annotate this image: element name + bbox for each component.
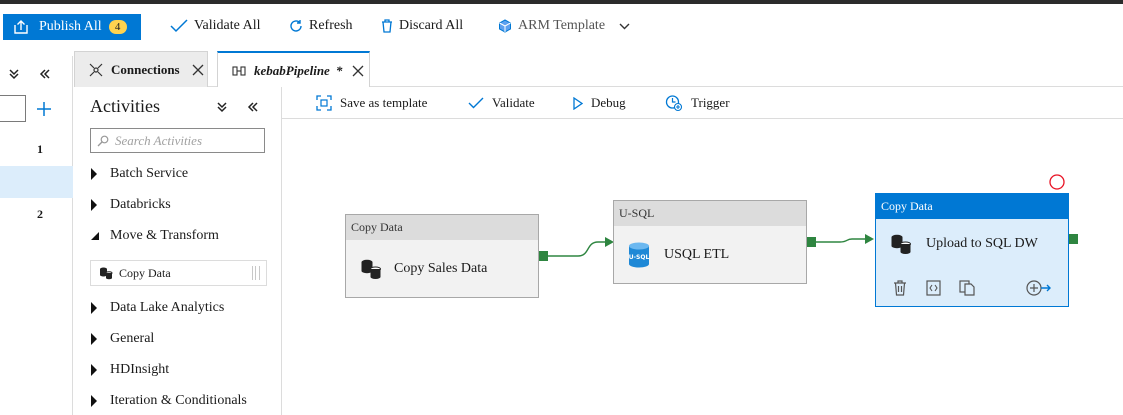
add-output-button[interactable]	[1026, 280, 1052, 296]
output-port[interactable]	[807, 237, 816, 247]
node-name: USQL ETL	[664, 246, 730, 262]
code-icon	[926, 280, 941, 296]
connector-line	[816, 238, 866, 243]
node-type-label: U-SQL	[614, 201, 806, 226]
activity-node-usql-etl[interactable]: U-SQL U-SQL USQL ETL	[613, 200, 807, 284]
connector-arrow	[865, 234, 874, 244]
node-type-label: Copy Data	[876, 194, 1068, 219]
activity-node-copy-sales-data[interactable]: Copy Data Copy Sales Data	[345, 214, 539, 298]
view-code-button[interactable]	[926, 280, 941, 296]
validation-error-marker[interactable]	[1048, 173, 1066, 191]
node-name: Upload to SQL DW	[926, 236, 1038, 251]
copy-icon	[959, 280, 975, 296]
output-port[interactable]	[1069, 234, 1078, 244]
add-output-icon	[1026, 280, 1051, 296]
trash-icon	[894, 280, 906, 296]
connector-line	[548, 241, 607, 257]
delete-activity-button[interactable]	[893, 280, 907, 296]
svg-text:U-SQL: U-SQL	[629, 254, 650, 261]
usql-icon: U-SQL	[628, 242, 650, 268]
copy-data-icon	[890, 233, 912, 255]
output-port[interactable]	[539, 251, 548, 261]
copy-data-icon	[360, 258, 382, 280]
node-name: Copy Sales Data	[394, 260, 488, 276]
node-type-label: Copy Data	[346, 215, 538, 240]
clone-activity-button[interactable]	[959, 280, 975, 296]
